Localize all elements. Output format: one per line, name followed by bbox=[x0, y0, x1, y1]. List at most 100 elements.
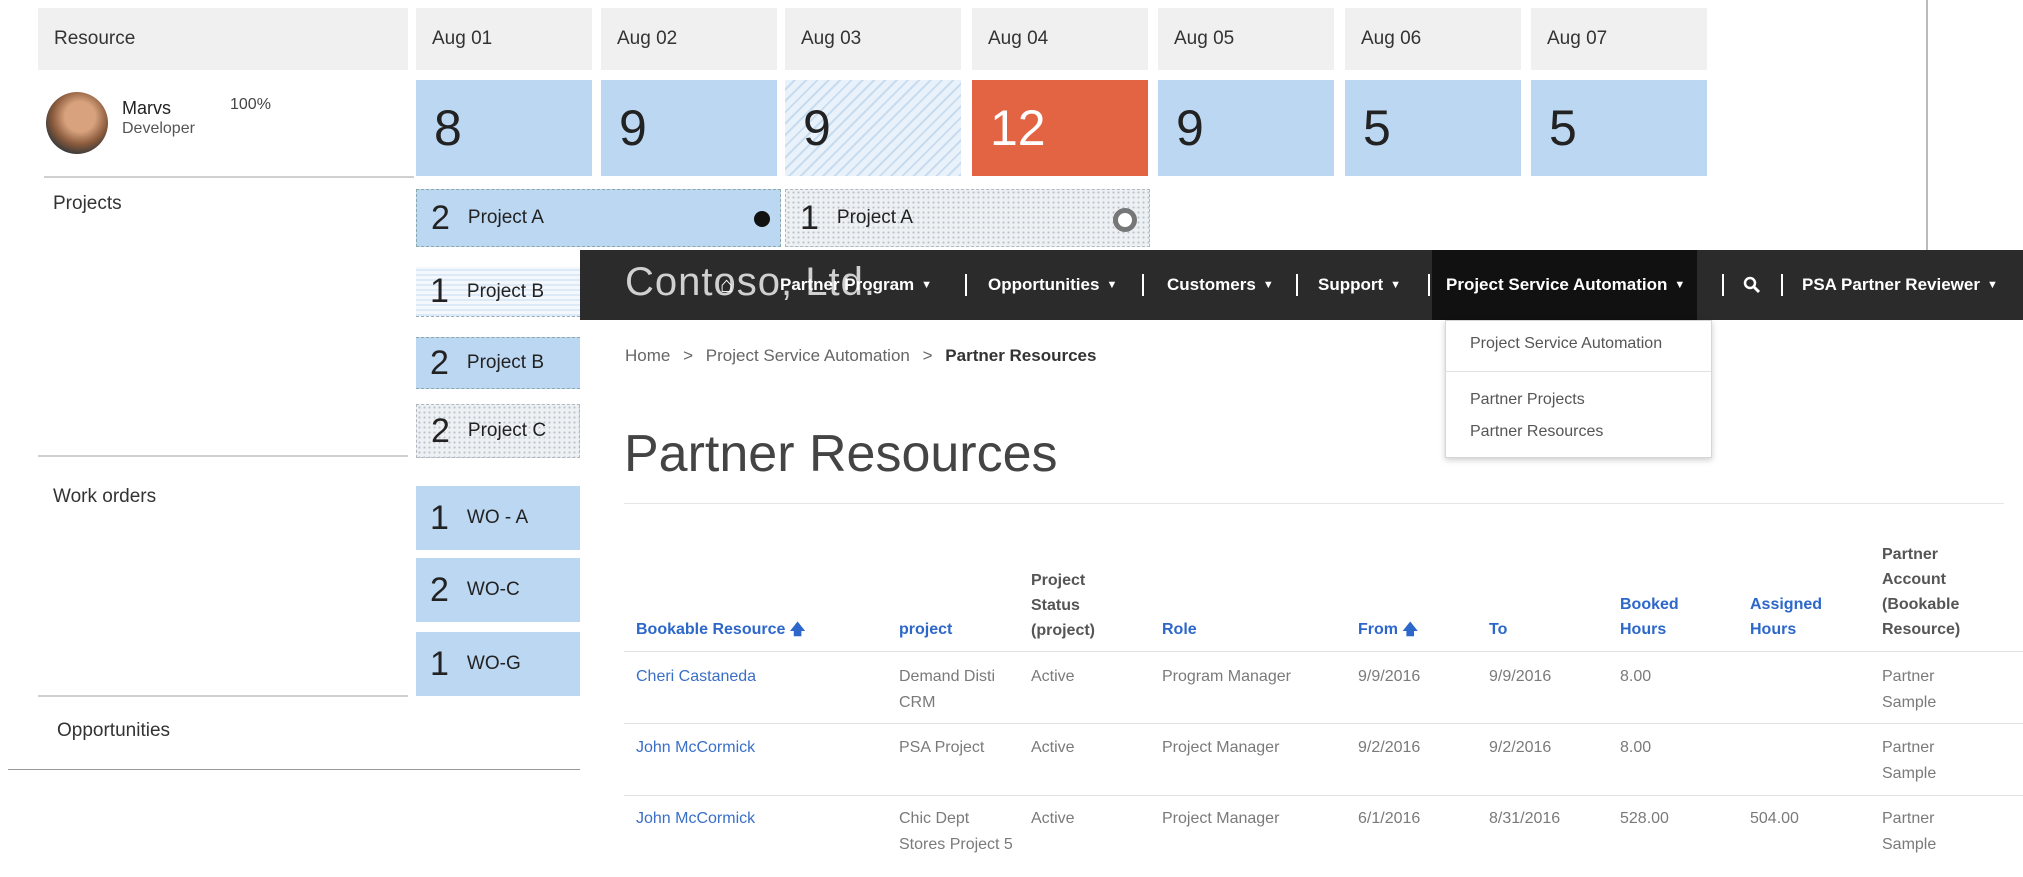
booking-count: 2 bbox=[431, 411, 450, 450]
cell-from: 9/2/2016 bbox=[1358, 739, 1421, 756]
cell-partner-account: Partner Sample bbox=[1882, 668, 1937, 711]
day-hours-cell[interactable]: 5 bbox=[1345, 80, 1521, 176]
booking-label: WO-G bbox=[466, 653, 521, 674]
day-header-7[interactable]: Aug 07 bbox=[1531, 8, 1707, 70]
dropdown-item-partner-projects[interactable]: Partner Projects bbox=[1470, 391, 1585, 409]
day-hours-cell-overbooked[interactable]: 12 bbox=[972, 80, 1148, 176]
booking-count: 1 bbox=[800, 198, 819, 237]
resource-role: Developer bbox=[122, 120, 195, 137]
breadcrumb-current: Partner Resources bbox=[945, 346, 1097, 365]
table-row-rule bbox=[624, 723, 2023, 724]
project-booking-chip[interactable]: 2 Project B bbox=[416, 337, 580, 389]
resource-header-label: Resource bbox=[54, 28, 136, 49]
col-header-booked-hours[interactable]: Booked Hours bbox=[1620, 592, 1700, 642]
search-button[interactable] bbox=[1743, 250, 1761, 320]
booking-count: 2 bbox=[431, 198, 450, 237]
work-order-chip[interactable]: 1 WO - A bbox=[416, 486, 580, 550]
nav-label: Customers bbox=[1167, 275, 1256, 294]
col-header-partner-account: Partner Account (Bookable Resource) bbox=[1882, 546, 1961, 638]
cell-bookable-resource[interactable]: Cheri Castaneda bbox=[636, 664, 756, 690]
nav-partner-program[interactable]: Partner Program ▼ bbox=[780, 250, 932, 320]
nav-separator bbox=[965, 274, 967, 296]
day-header-2[interactable]: Aug 02 bbox=[601, 8, 777, 70]
day-hours-cell[interactable]: 9 bbox=[785, 80, 961, 176]
booking-count: 1 bbox=[430, 644, 449, 683]
project-booking-chip[interactable]: 1 Project B bbox=[416, 267, 580, 317]
home-icon[interactable]: ⌂ bbox=[720, 272, 733, 298]
booking-count: 2 bbox=[430, 570, 449, 609]
header-label: Bookable Resource bbox=[636, 621, 786, 638]
nav-opportunities[interactable]: Opportunities ▼ bbox=[988, 250, 1117, 320]
board-divider bbox=[1926, 0, 1928, 250]
cell-from: 6/1/2016 bbox=[1358, 810, 1421, 827]
caret-down-icon: ▼ bbox=[1674, 279, 1686, 291]
col-header-to[interactable]: To bbox=[1489, 617, 1507, 642]
dropdown-divider bbox=[1446, 371, 1711, 372]
cell-bookable-resource[interactable]: John McCormick bbox=[636, 806, 755, 832]
day-header-6[interactable]: Aug 06 bbox=[1345, 8, 1521, 70]
caret-down-icon: ▼ bbox=[1106, 279, 1118, 291]
col-header-role[interactable]: Role bbox=[1162, 617, 1197, 642]
nav-separator bbox=[1722, 274, 1724, 296]
day-header-3[interactable]: Aug 03 bbox=[785, 8, 961, 70]
work-order-chip[interactable]: 2 WO-C bbox=[416, 558, 580, 622]
sort-up-arrow-icon: 🡅 bbox=[1402, 621, 1418, 638]
title-divider bbox=[624, 503, 2004, 504]
day-hours-cell[interactable]: 9 bbox=[1158, 80, 1334, 176]
day-label: Aug 01 bbox=[432, 28, 493, 49]
nav-user-menu[interactable]: PSA Partner Reviewer ▼ bbox=[1802, 250, 1998, 320]
project-booking-chip[interactable]: 1 Project A bbox=[785, 189, 1150, 247]
col-header-project[interactable]: project bbox=[899, 617, 952, 642]
nav-customers[interactable]: Customers ▼ bbox=[1167, 250, 1274, 320]
dropdown-item-partner-resources[interactable]: Partner Resources bbox=[1470, 423, 1603, 441]
nav-separator bbox=[1428, 274, 1430, 296]
dropdown-item-psa[interactable]: Project Service Automation bbox=[1470, 335, 1662, 353]
section-divider bbox=[44, 176, 414, 178]
project-booking-chip[interactable]: 2 Project A bbox=[416, 189, 781, 247]
page-title: Partner Resources bbox=[624, 425, 1058, 483]
caret-down-icon: ▼ bbox=[1390, 279, 1402, 291]
day-hours-cell[interactable]: 8 bbox=[416, 80, 592, 176]
portal-navbar: Contoso, Ltd. ⌂ Partner Program ▼ Opportu… bbox=[580, 250, 2023, 320]
header-label: From bbox=[1358, 621, 1398, 638]
cell-role: Program Manager bbox=[1162, 668, 1291, 685]
cell-bookable-resource[interactable]: John McCormick bbox=[636, 735, 755, 761]
cell-role: Project Manager bbox=[1162, 739, 1280, 756]
breadcrumb-separator: > bbox=[922, 346, 933, 365]
caret-down-icon: ▼ bbox=[1262, 279, 1274, 291]
project-booking-chip[interactable]: 2 Project C bbox=[416, 404, 580, 458]
projects-section-label: Projects bbox=[53, 193, 122, 214]
col-header-from[interactable]: From 🡅 bbox=[1358, 617, 1418, 642]
cell-project: PSA Project bbox=[899, 739, 985, 756]
nav-label: Project Service Automation bbox=[1446, 275, 1668, 294]
cell-to: 9/9/2016 bbox=[1489, 668, 1552, 685]
hours-value: 9 bbox=[1176, 100, 1204, 156]
avatar[interactable] bbox=[46, 92, 108, 154]
nav-project-service-automation[interactable]: Project Service Automation ▼ bbox=[1432, 250, 1698, 320]
cell-assigned-hours: 504.00 bbox=[1750, 810, 1799, 827]
booking-label: Project A bbox=[467, 207, 544, 228]
col-header-assigned-hours[interactable]: Assigned Hours bbox=[1750, 592, 1840, 642]
hours-value: 9 bbox=[619, 100, 647, 156]
col-header-bookable-resource[interactable]: Bookable Resource 🡅 bbox=[636, 617, 805, 642]
cell-booked-hours: 8.00 bbox=[1620, 668, 1652, 685]
booking-label: Project B bbox=[466, 352, 545, 373]
status-ring-icon bbox=[1113, 208, 1137, 232]
breadcrumb-section[interactable]: Project Service Automation bbox=[706, 346, 910, 365]
resource-name[interactable]: Marvs bbox=[122, 98, 171, 119]
hours-value: 8 bbox=[434, 100, 462, 156]
section-divider bbox=[8, 769, 580, 770]
work-order-chip[interactable]: 1 WO-G bbox=[416, 632, 580, 696]
day-hours-cell[interactable]: 9 bbox=[601, 80, 777, 176]
breadcrumb-home[interactable]: Home bbox=[625, 346, 670, 365]
day-header-5[interactable]: Aug 05 bbox=[1158, 8, 1334, 70]
cell-partner-account: Partner Sample bbox=[1882, 810, 1937, 853]
nav-support[interactable]: Support ▼ bbox=[1318, 250, 1401, 320]
day-label: Aug 05 bbox=[1174, 28, 1235, 49]
booking-count: 1 bbox=[430, 498, 449, 537]
day-header-1[interactable]: Aug 01 bbox=[416, 8, 592, 70]
day-header-4[interactable]: Aug 04 bbox=[972, 8, 1148, 70]
cell-booked-hours: 528.00 bbox=[1620, 810, 1669, 827]
nav-separator bbox=[1296, 274, 1298, 296]
day-hours-cell[interactable]: 5 bbox=[1531, 80, 1707, 176]
